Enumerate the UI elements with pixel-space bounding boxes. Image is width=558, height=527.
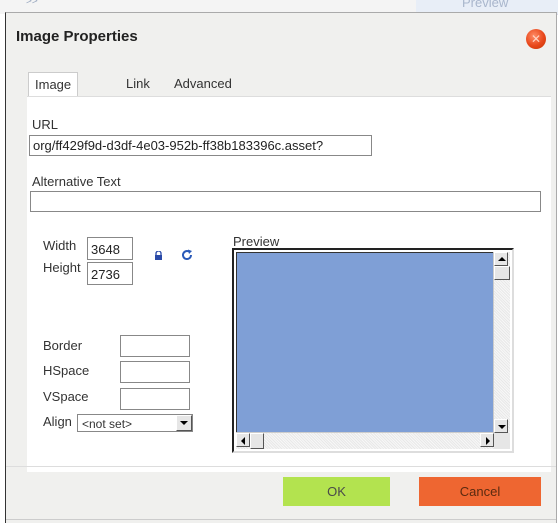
border-input[interactable]	[120, 335, 190, 357]
chevron-down-icon[interactable]	[176, 415, 192, 431]
preview-image	[236, 252, 494, 433]
url-label: URL	[32, 117, 59, 132]
background-preview-label: Preview	[462, 0, 509, 10]
align-label: Align	[43, 414, 72, 429]
tab-image-info[interactable]: Image Info	[28, 72, 79, 116]
height-input[interactable]: 2736	[87, 262, 133, 285]
tab-advanced[interactable]: Advanced	[169, 72, 237, 96]
scrollbar-corner	[494, 433, 510, 449]
vertical-scrollbar[interactable]	[493, 252, 510, 433]
horizontal-scrollbar[interactable]	[236, 432, 494, 449]
url-input[interactable]: org/ff429f9d-d3df-4e03-952b-ff38b183396c…	[29, 135, 372, 156]
align-select[interactable]: <not set>	[77, 414, 193, 432]
height-label: Height	[43, 260, 81, 275]
dialog-bottom-border	[6, 519, 556, 520]
width-input[interactable]: 3648	[87, 237, 133, 260]
image-properties-dialog: Image Properties ✕ Image Info Link Advan…	[5, 12, 557, 523]
vertical-scroll-thumb[interactable]	[494, 266, 510, 280]
alt-text-input[interactable]	[30, 191, 541, 212]
cancel-button[interactable]: Cancel	[419, 477, 541, 506]
footer-divider	[6, 466, 556, 467]
preview-label: Preview	[233, 234, 280, 249]
scroll-down-button[interactable]	[494, 419, 508, 433]
horizontal-scroll-thumb[interactable]	[250, 433, 264, 449]
width-label: Width	[43, 238, 77, 253]
background-expand-glyph: >>	[26, 0, 38, 7]
hspace-input[interactable]	[120, 361, 190, 383]
vspace-label: VSpace	[43, 389, 89, 404]
refresh-icon[interactable]	[181, 249, 193, 261]
alt-text-label: Alternative Text	[32, 174, 121, 189]
scroll-up-button[interactable]	[494, 252, 508, 266]
close-icon[interactable]: ✕	[526, 29, 546, 49]
dialog-title: Image Properties	[16, 28, 138, 45]
preview-pane	[232, 248, 514, 453]
tab-link[interactable]: Link	[121, 72, 155, 96]
scroll-right-button[interactable]	[480, 433, 494, 447]
border-label: Border	[43, 338, 83, 353]
dialog-titlebar[interactable]: Image Properties ✕	[6, 13, 556, 65]
vspace-input[interactable]	[120, 388, 190, 410]
lock-icon[interactable]	[154, 251, 163, 260]
ok-button[interactable]: OK	[283, 477, 390, 506]
hspace-label: HSpace	[43, 363, 90, 378]
scroll-left-button[interactable]	[236, 433, 250, 447]
image-info-panel: URL org/ff429f9d-d3df-4e03-952b-ff38b183…	[27, 96, 551, 472]
align-value: <not set>	[82, 417, 133, 431]
